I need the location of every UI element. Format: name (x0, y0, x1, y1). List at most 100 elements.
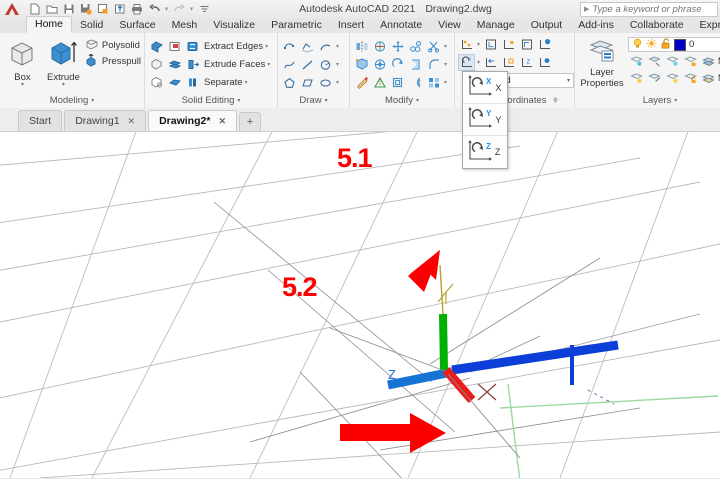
separate-label[interactable]: Separate (202, 77, 243, 88)
publish-icon[interactable] (113, 2, 127, 16)
tab-parametric[interactable]: Parametric (263, 18, 330, 33)
tab-mesh[interactable]: Mesh (164, 18, 206, 33)
redo-icon[interactable] (172, 2, 186, 16)
sun-icon[interactable] (646, 38, 657, 52)
panel-title-modify[interactable]: Modify ▾ (353, 95, 451, 108)
open-icon[interactable] (45, 2, 59, 16)
layer-merge-icon[interactable] (646, 70, 663, 87)
plot-preview-icon[interactable] (96, 2, 110, 16)
panel-title-solid-editing[interactable]: Solid Editing ▾ (148, 95, 274, 108)
infocenter-search[interactable]: ▶ (580, 1, 718, 17)
rotate-icon[interactable] (389, 56, 406, 73)
presspull-button[interactable]: Presspull (85, 52, 141, 69)
redo-dropdown-icon[interactable]: ▾ (189, 5, 194, 13)
3dmirror-icon[interactable] (371, 74, 388, 91)
extract-edges-label[interactable]: Extract Edges (202, 41, 263, 52)
taper-faces-icon[interactable] (166, 74, 183, 91)
array-icon[interactable] (425, 74, 442, 91)
ellipse-icon[interactable] (317, 74, 334, 91)
tab-collaborate[interactable]: Collaborate (622, 18, 692, 33)
erase-icon[interactable] (353, 74, 370, 91)
extrude-faces-icon[interactable] (184, 56, 201, 73)
tab-manage[interactable]: Manage (469, 18, 523, 33)
3dalign-icon[interactable] (407, 38, 424, 55)
ucs-3point-dropdown-icon[interactable]: ▾ (476, 41, 481, 48)
ucs-origin-icon[interactable] (500, 36, 517, 53)
extract-edges-icon[interactable] (184, 38, 201, 55)
offset-icon[interactable] (407, 56, 424, 73)
tab-view[interactable]: View (430, 18, 469, 33)
layer-properties-button[interactable]: Layer Properties (578, 36, 626, 89)
lightbulb-on-icon[interactable] (632, 38, 643, 52)
ucs-z-axis-icon[interactable]: Z (518, 54, 535, 71)
new-icon[interactable] (28, 2, 42, 16)
separate-icon[interactable] (184, 74, 201, 91)
layer-delete-icon[interactable] (700, 70, 717, 87)
doc-tab-start[interactable]: Start (18, 110, 63, 131)
scale-icon[interactable] (389, 74, 406, 91)
extrude-button[interactable]: Extrude ▾ (44, 36, 83, 88)
box-dropdown-icon[interactable]: ▾ (21, 82, 24, 88)
3dscale-icon[interactable] (353, 56, 370, 73)
slice-icon[interactable] (166, 56, 183, 73)
ucs-rotate-dropdown-icon[interactable]: ▾ (476, 59, 481, 66)
ucs-3point-icon[interactable] (458, 36, 475, 53)
box-button[interactable]: Box ▾ (3, 36, 42, 88)
coordinates-dialog-launcher-icon[interactable]: ⟄ (554, 97, 558, 105)
arc-dropdown-icon[interactable]: ▾ (335, 43, 340, 50)
3drotate-icon[interactable] (371, 38, 388, 55)
chevron-down-icon[interactable]: ▾ (674, 97, 677, 104)
ucs-rotate-z-item[interactable]: Z Z (463, 136, 507, 168)
join-icon[interactable] (407, 74, 424, 91)
circle-dropdown-icon[interactable]: ▾ (335, 61, 340, 68)
chevron-down-icon[interactable]: ▾ (91, 97, 94, 104)
circle-icon[interactable] (317, 56, 334, 73)
polyline-icon[interactable] (281, 38, 298, 55)
separate-dropdown-icon[interactable]: ▾ (244, 79, 249, 86)
layer-unisolate-icon[interactable] (628, 70, 645, 87)
layer-thaw-icon[interactable] (664, 70, 681, 87)
layer-isolate-icon[interactable] (628, 53, 645, 70)
ucs-world-icon[interactable] (536, 54, 553, 71)
save-as-icon[interactable] (79, 2, 93, 16)
polysolid-button[interactable]: Polysolid (85, 38, 141, 53)
new-document-tab-button[interactable]: + (239, 112, 261, 131)
layer-off-icon[interactable] (664, 53, 681, 70)
current-layer-control[interactable]: 0 (628, 37, 720, 52)
rectangle-icon[interactable] (299, 74, 316, 91)
extrude-faces-label[interactable]: Extrude Faces (202, 59, 265, 70)
panel-title-layers[interactable]: Layers ▾ (578, 95, 720, 108)
ucs-named-icon[interactable] (482, 36, 499, 53)
spline-icon[interactable] (281, 56, 298, 73)
arc-icon[interactable] (317, 38, 334, 55)
drawing-canvas[interactable]: Z (0, 132, 720, 478)
subtract-icon[interactable] (166, 38, 183, 55)
search-dropdown-icon[interactable]: ▶ (581, 5, 592, 13)
mirror-icon[interactable] (353, 38, 370, 55)
tab-solid[interactable]: Solid (72, 18, 111, 33)
layer-match-icon[interactable] (700, 53, 717, 70)
3dmove-icon[interactable] (389, 38, 406, 55)
doc-tab-drawing1[interactable]: Drawing1 ✕ (64, 110, 147, 131)
tab-addins[interactable]: Add-ins (570, 18, 622, 33)
autocad-logo-icon[interactable] (0, 0, 24, 18)
layer-unlock-icon[interactable] (682, 70, 699, 87)
print-icon[interactable] (130, 2, 144, 16)
layer-freeze-icon[interactable] (646, 53, 663, 70)
ucs-object-icon[interactable] (500, 54, 517, 71)
tab-surface[interactable]: Surface (111, 18, 163, 33)
line-icon[interactable] (299, 56, 316, 73)
intersect-icon[interactable] (148, 56, 165, 73)
close-icon[interactable]: ✕ (218, 116, 226, 127)
panel-title-draw[interactable]: Draw ▾ (281, 95, 346, 108)
union-icon[interactable] (148, 38, 165, 55)
trim-dropdown-icon[interactable]: ▾ (443, 43, 448, 50)
3darray-icon[interactable] (371, 56, 388, 73)
layer-lock-icon[interactable] (682, 53, 699, 70)
ucs-face-icon[interactable] (518, 36, 535, 53)
chevron-down-icon[interactable]: ▾ (567, 77, 570, 84)
extract-edges-dropdown-icon[interactable]: ▾ (264, 43, 269, 50)
chevron-down-icon[interactable]: ▾ (237, 97, 240, 104)
ellipse-dropdown-icon[interactable]: ▾ (335, 79, 340, 86)
tab-express-tools[interactable]: Express Tools (692, 18, 720, 33)
